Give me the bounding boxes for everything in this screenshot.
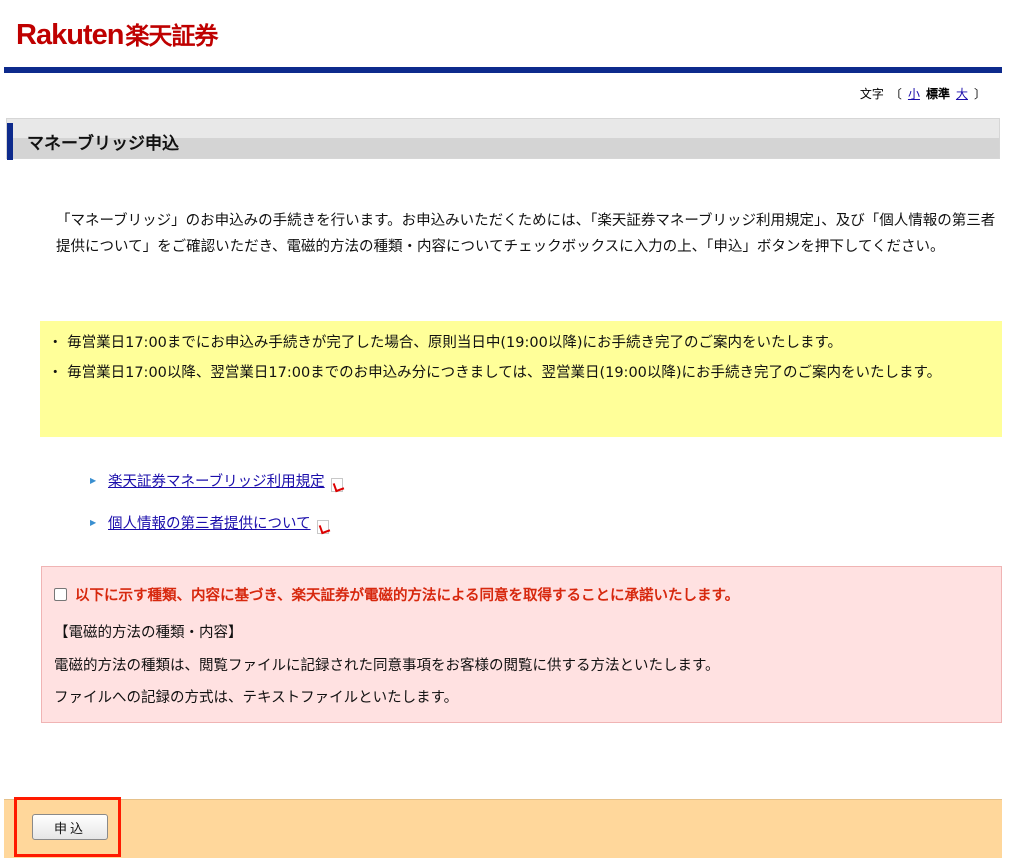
submit-button[interactable]: 申込 xyxy=(32,814,108,840)
consent-line-2: ファイルへの記録の方式は、テキストファイルといたします。 xyxy=(54,690,459,706)
notice-box: ・ 毎営業日17:00までにお申込み手続きが完了した場合、原則当日中(19:00… xyxy=(40,321,1002,437)
triangle-bullet-icon: ▶ xyxy=(90,475,97,485)
font-size-large-link[interactable]: 大 xyxy=(956,85,968,102)
logo-en: Rakuten xyxy=(16,19,124,51)
link-item: ▶ 個人情報の第三者提供について xyxy=(90,510,343,534)
font-size-small-link[interactable]: 小 xyxy=(908,85,920,102)
consent-box: 以下に示す種類、内容に基づき、楽天証券が電磁的方法による同意を取得することに承諾… xyxy=(41,566,1002,723)
privacy-link[interactable]: 個人情報の第三者提供について xyxy=(108,512,311,533)
consent-line-1: 電磁的方法の種類は、閲覧ファイルに記録された同意事項をお客様の閲覧に供する方法と… xyxy=(54,658,720,674)
header-bar xyxy=(4,67,1002,73)
terms-link[interactable]: 楽天証券マネーブリッジ利用規定 xyxy=(108,470,325,491)
close-bracket: 〕 xyxy=(973,87,986,101)
notice-line-2: ・ 毎営業日17:00以降、翌営業日17:00までのお申込み分につきましては、翌… xyxy=(48,365,942,381)
title-accent xyxy=(7,123,13,160)
pdf-icon[interactable] xyxy=(330,478,343,492)
consent-checkbox[interactable] xyxy=(54,588,67,601)
open-bracket: 〔 xyxy=(889,87,902,101)
page-title-bar: マネーブリッジ申込 xyxy=(6,118,1000,160)
font-size-standard: 標準 xyxy=(925,87,950,101)
consent-row: 以下に示す種類、内容に基づき、楽天証券が電磁的方法による同意を取得することに承諾… xyxy=(54,584,739,605)
notice-line-1: ・ 毎営業日17:00までにお申込み手続きが完了した場合、原則当日中(19:00… xyxy=(48,335,843,351)
document-links: ▶ 楽天証券マネーブリッジ利用規定 ▶ 個人情報の第三者提供について xyxy=(90,468,343,552)
footer-action-bar xyxy=(4,799,1002,858)
rakuten-securities-logo[interactable]: Rakuten 楽天証券 xyxy=(16,16,218,52)
consent-heading: 【電磁的方法の種類・内容】 xyxy=(54,625,243,641)
font-size-control: 文字 〔 小 標準 大 〕 xyxy=(860,85,986,102)
pdf-icon[interactable] xyxy=(316,520,329,534)
triangle-bullet-icon: ▶ xyxy=(90,517,97,527)
logo-ja: 楽天証券 xyxy=(125,22,218,50)
link-item: ▶ 楽天証券マネーブリッジ利用規定 xyxy=(90,468,343,492)
font-size-label: 文字 xyxy=(859,87,884,101)
consent-label[interactable]: 以下に示す種類、内容に基づき、楽天証券が電磁的方法による同意を取得することに承諾… xyxy=(75,588,739,604)
page-title: マネーブリッジ申込 xyxy=(27,134,179,154)
intro-text: 「マネーブリッジ」のお申込みの手続きを行います。お申込みいただくためには、「楽天… xyxy=(56,213,996,255)
